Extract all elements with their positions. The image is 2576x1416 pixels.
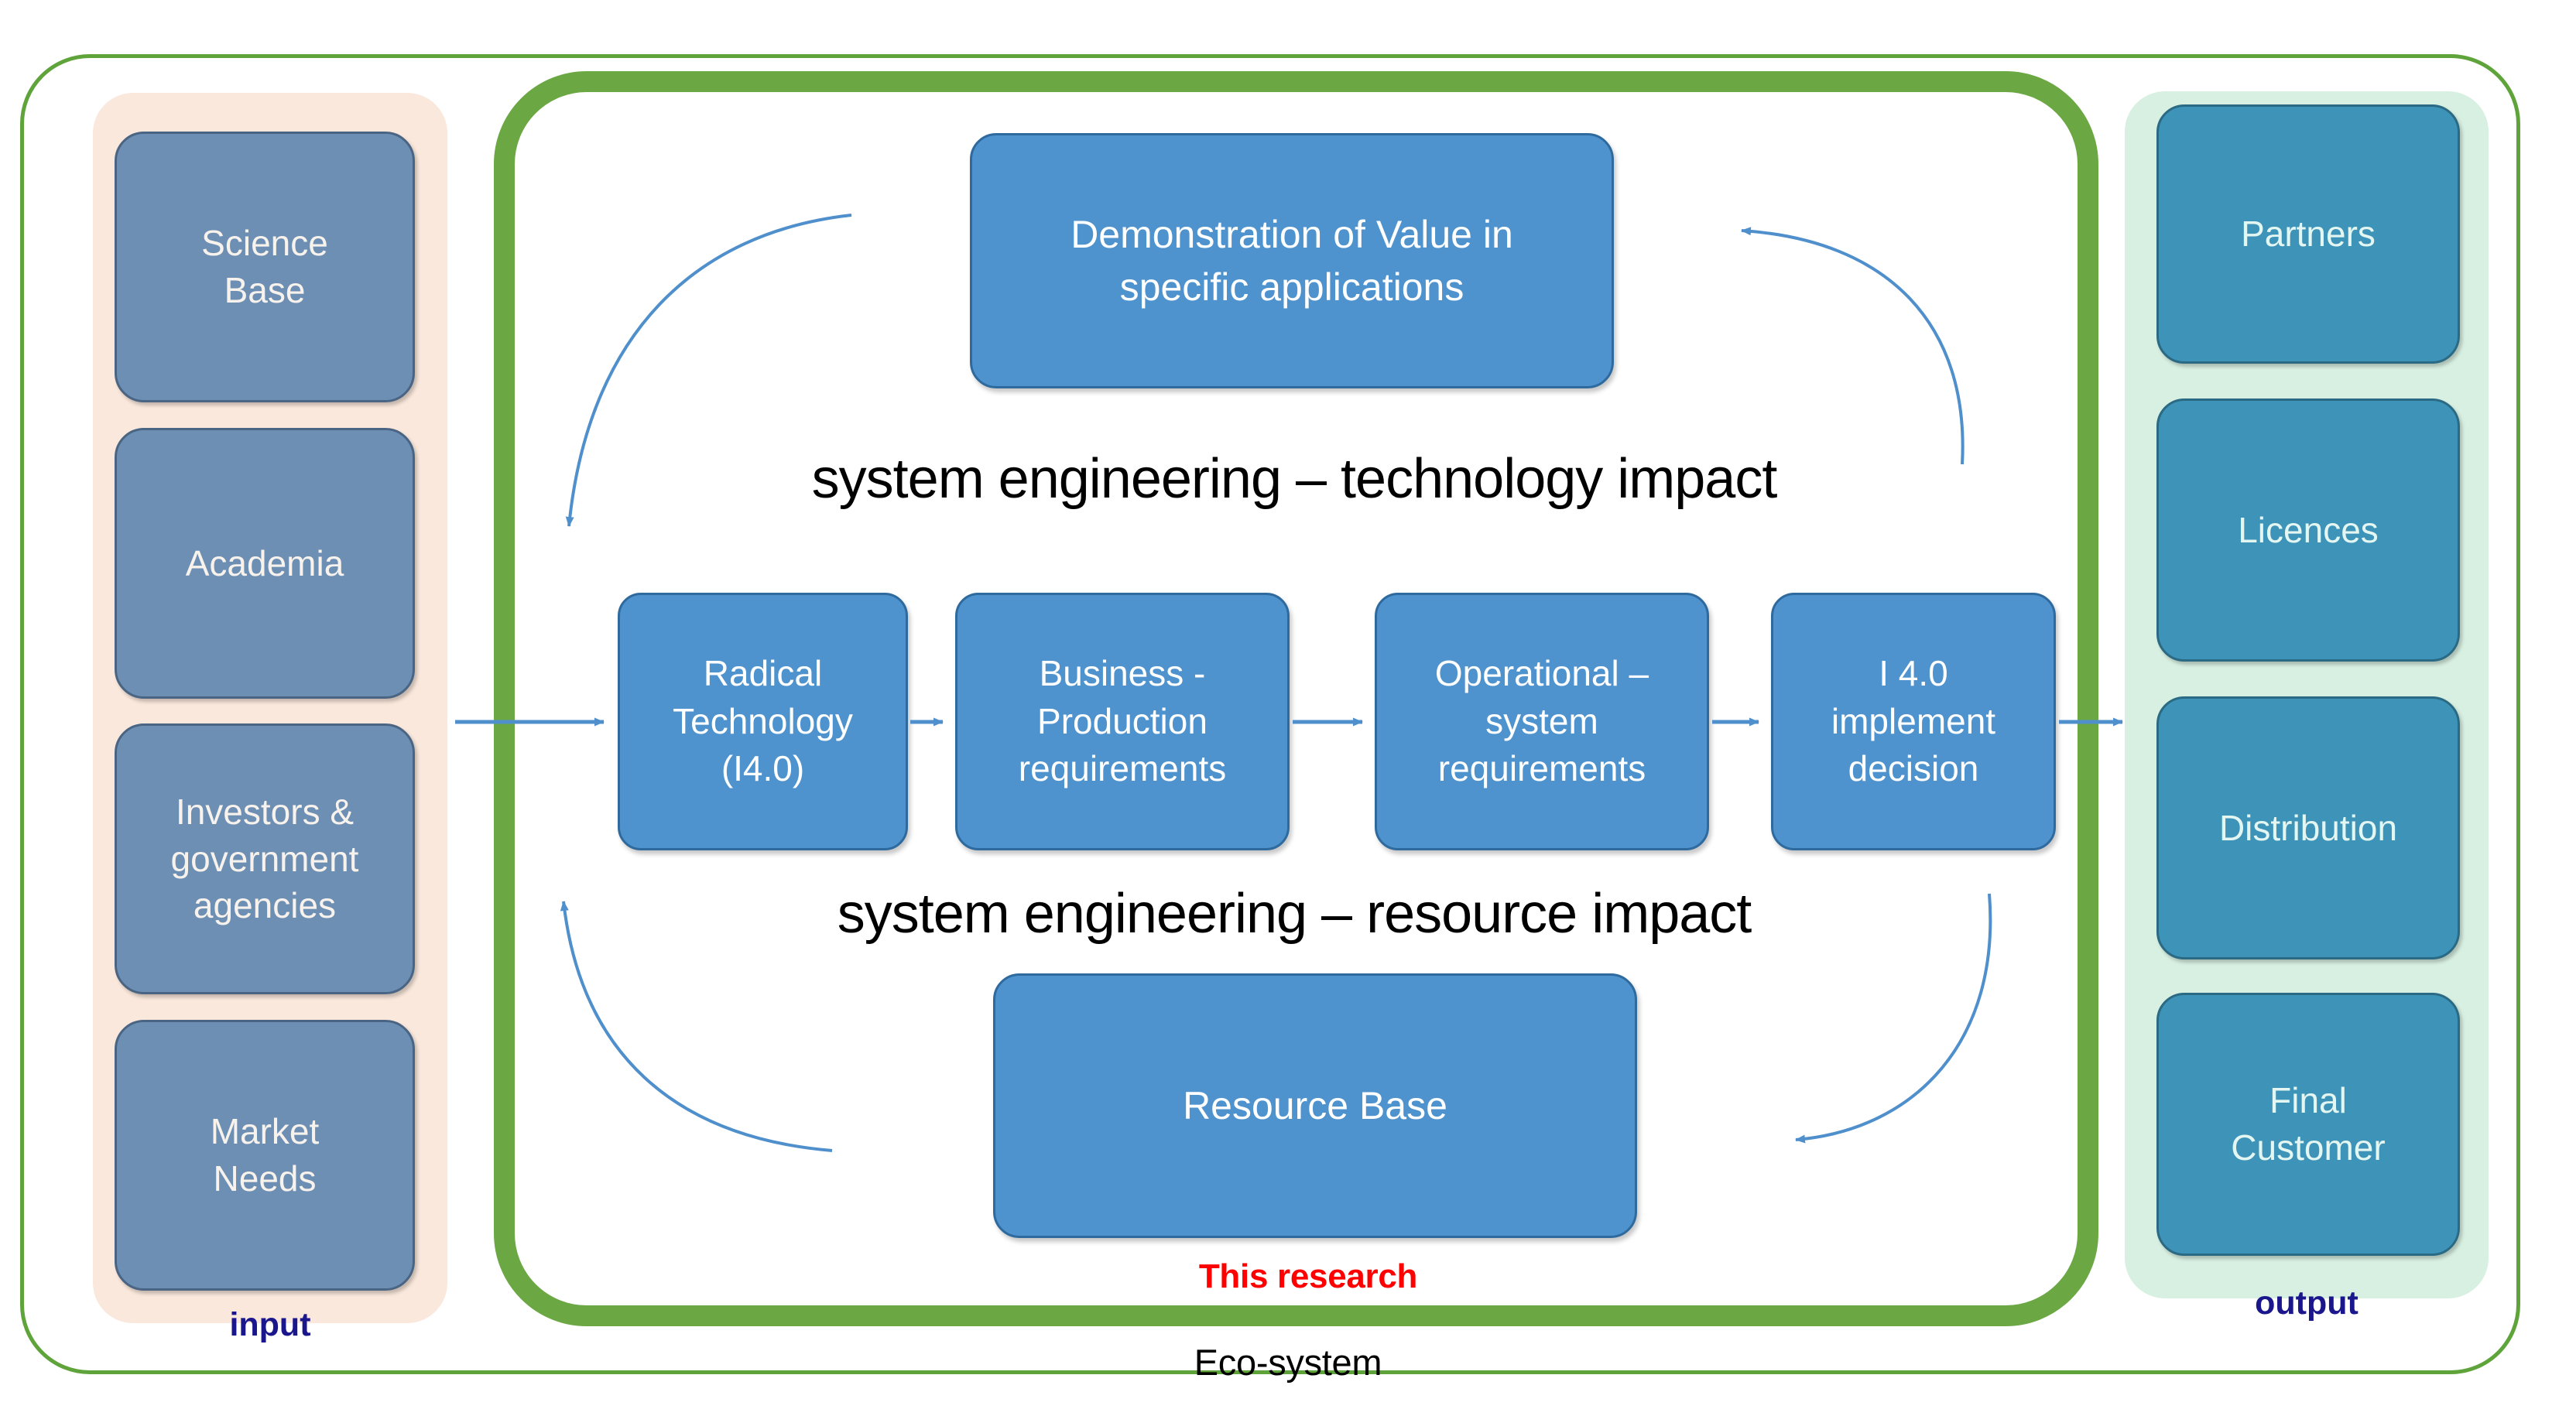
process-step-business-production-requirements[interactable]: Business - Production requirements — [955, 593, 1290, 850]
demonstration-of-value-label: Demonstration of Value in specific appli… — [1070, 213, 1513, 309]
input-item-market-needs[interactable]: Market Needs — [115, 1020, 415, 1291]
output-item-label: Final Customer — [2231, 1080, 2386, 1168]
process-step-i40-implement-decision[interactable]: I 4.0 implement decision — [1771, 593, 2056, 850]
input-item-label: Market Needs — [210, 1111, 320, 1199]
this-research-label: This research — [1198, 1257, 1418, 1295]
input-item-investors-government-agencies[interactable]: Investors & government agencies — [115, 723, 415, 994]
caption-technology-impact: system engineering – technology impact — [811, 448, 1778, 510]
input-item-label: Academia — [185, 542, 344, 583]
input-item-label: Investors & government agencies — [170, 791, 359, 926]
input-label: input — [229, 1306, 311, 1343]
resource-base-label: Resource Base — [1183, 1084, 1447, 1127]
process-step-operational-system-requirements[interactable]: Operational – system requirements — [1375, 593, 1709, 850]
output-item-licences[interactable]: Licences — [2156, 398, 2460, 662]
ecosystem-label: Eco-system — [1194, 1342, 1382, 1383]
resource-base-box[interactable]: Resource Base — [993, 973, 1637, 1238]
output-item-final-customer[interactable]: Final Customer — [2156, 993, 2460, 1256]
process-step-label: I 4.0 implement decision — [1831, 653, 1996, 789]
process-step-radical-technology[interactable]: Radical Technology (I4.0) — [618, 593, 908, 850]
caption-resource-impact: system engineering – resource impact — [837, 883, 1752, 945]
process-step-label: Radical Technology (I4.0) — [673, 653, 853, 789]
output-item-partners[interactable]: Partners — [2156, 104, 2460, 364]
output-item-label: Licences — [2238, 509, 2379, 550]
input-item-label: Science Base — [201, 223, 328, 310]
output-item-label: Distribution — [2218, 807, 2398, 848]
input-item-science-base[interactable]: Science Base — [115, 132, 415, 402]
output-item-label: Partners — [2241, 214, 2376, 255]
output-label: output — [2255, 1284, 2358, 1322]
process-step-label: Operational – system requirements — [1434, 653, 1649, 789]
input-item-academia[interactable]: Academia — [115, 428, 415, 699]
process-step-label: Business - Production requirements — [1018, 653, 1227, 789]
output-item-distribution[interactable]: Distribution — [2156, 696, 2460, 959]
demonstration-of-value-box[interactable]: Demonstration of Value in specific appli… — [970, 133, 1614, 388]
